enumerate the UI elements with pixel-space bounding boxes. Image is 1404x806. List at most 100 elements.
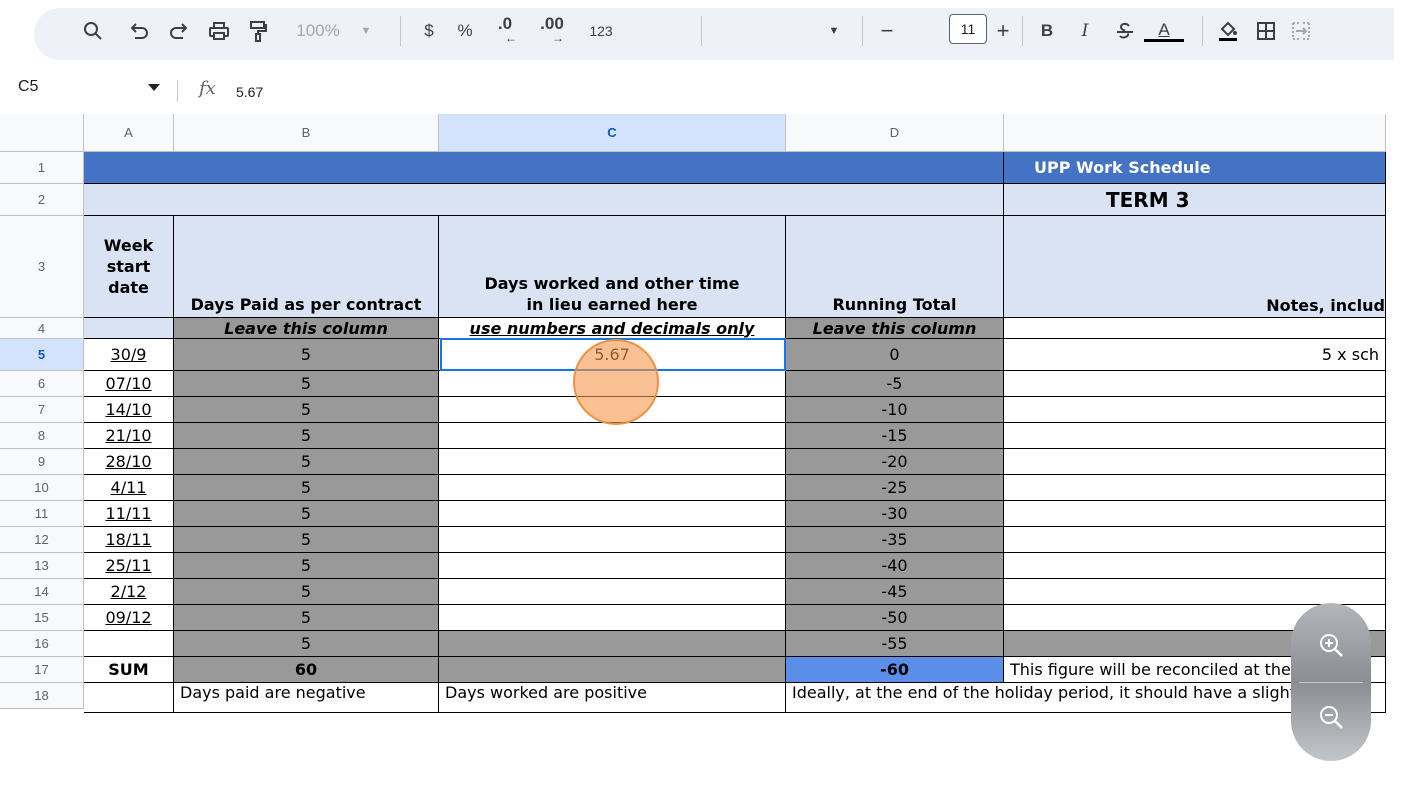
- cell-notes[interactable]: [1004, 527, 1386, 553]
- column-header-c[interactable]: C: [439, 114, 786, 152]
- name-box-dropdown-icon[interactable]: [148, 84, 160, 91]
- cell-days-paid[interactable]: 5: [174, 631, 439, 657]
- row-header-6[interactable]: 6: [0, 371, 84, 397]
- cell-days-paid[interactable]: 5: [174, 371, 439, 397]
- cell-days-worked[interactable]: [439, 631, 786, 657]
- row-header-18[interactable]: 18: [0, 683, 84, 709]
- row-header-5[interactable]: 5: [0, 339, 84, 371]
- cell-week-start[interactable]: 18/11: [84, 527, 174, 553]
- cell-notes[interactable]: [1004, 553, 1386, 579]
- cell-running-total[interactable]: -55: [786, 631, 1004, 657]
- row-header-4[interactable]: 4: [0, 318, 84, 339]
- cell-notes[interactable]: [1004, 423, 1386, 449]
- sum-days-paid[interactable]: 60: [174, 657, 439, 683]
- cell-days-worked[interactable]: [439, 475, 786, 501]
- row18-a[interactable]: [84, 683, 174, 713]
- row-header-9[interactable]: 9: [0, 449, 84, 475]
- cell-notes[interactable]: [1004, 449, 1386, 475]
- row-header-3[interactable]: 3: [0, 216, 84, 318]
- cell-notes[interactable]: [1004, 579, 1386, 605]
- strikethrough-icon[interactable]: [1112, 16, 1138, 46]
- cell-week-start[interactable]: 2/12: [84, 579, 174, 605]
- row-header-15[interactable]: 15: [0, 605, 84, 631]
- cell-running-total[interactable]: -20: [786, 449, 1004, 475]
- row-header-16[interactable]: 16: [0, 631, 84, 657]
- cell-week-start[interactable]: 21/10: [84, 423, 174, 449]
- cell-days-worked[interactable]: [439, 527, 786, 553]
- cell-week-start[interactable]: [84, 631, 174, 657]
- column-header-d[interactable]: D: [786, 114, 1004, 152]
- print-icon[interactable]: [206, 16, 232, 46]
- formula-input[interactable]: 5.67: [236, 84, 263, 100]
- column-header-a[interactable]: A: [84, 114, 174, 152]
- instruction-running-total[interactable]: Leave this column: [786, 318, 1004, 339]
- cell-running-total[interactable]: 0: [786, 339, 1004, 371]
- cell-days-paid[interactable]: 5: [174, 339, 439, 371]
- term-label[interactable]: TERM 3: [1004, 184, 1386, 216]
- text-color-button[interactable]: A: [1144, 16, 1184, 46]
- header-week-start[interactable]: Week start date: [84, 216, 174, 318]
- font-dropdown-icon[interactable]: ▼: [824, 16, 844, 46]
- name-box[interactable]: C5: [18, 78, 38, 96]
- cell-running-total[interactable]: -45: [786, 579, 1004, 605]
- row-header-13[interactable]: 13: [0, 553, 84, 579]
- zoom-select[interactable]: 100%: [286, 16, 350, 46]
- row-header-1[interactable]: 1: [0, 152, 84, 184]
- cell-week-start[interactable]: 28/10: [84, 449, 174, 475]
- row-header-14[interactable]: 14: [0, 579, 84, 605]
- header-notes[interactable]: Notes, includ: [1004, 216, 1386, 318]
- currency-format-button[interactable]: $: [418, 16, 440, 46]
- active-cell-c5[interactable]: 5.67: [439, 339, 786, 371]
- cell-days-worked[interactable]: [439, 423, 786, 449]
- zoom-dropdown-icon[interactable]: ▼: [356, 16, 376, 46]
- cell-days-paid[interactable]: 5: [174, 527, 439, 553]
- header-running-total[interactable]: Running Total: [786, 216, 1004, 318]
- zoom-out-icon[interactable]: [1311, 697, 1351, 737]
- zoom-in-icon[interactable]: [1311, 625, 1351, 665]
- cell-running-total[interactable]: -5: [786, 371, 1004, 397]
- fill-color-icon[interactable]: [1214, 16, 1242, 46]
- term-band-left[interactable]: [84, 184, 1004, 216]
- borders-icon[interactable]: [1252, 16, 1280, 46]
- cell-running-total[interactable]: -40: [786, 553, 1004, 579]
- cell-week-start[interactable]: 30/9: [84, 339, 174, 371]
- cell-week-start[interactable]: 07/10: [84, 371, 174, 397]
- cell-days-worked[interactable]: [439, 397, 786, 423]
- cell-days-paid[interactable]: 5: [174, 397, 439, 423]
- select-all-corner[interactable]: [0, 114, 84, 152]
- title-band-left[interactable]: [84, 152, 1004, 184]
- instruction-days-worked[interactable]: use numbers and decimals only: [439, 318, 786, 339]
- sum-days-worked[interactable]: [439, 657, 786, 683]
- instruction-notes[interactable]: [1004, 318, 1386, 339]
- cell-days-paid[interactable]: 5: [174, 553, 439, 579]
- cell-week-start[interactable]: 25/11: [84, 553, 174, 579]
- row-header-17[interactable]: 17: [0, 657, 84, 683]
- font-size-decrease-button[interactable]: −: [874, 16, 900, 46]
- cell-week-start[interactable]: 4/11: [84, 475, 174, 501]
- header-days-worked[interactable]: Days worked and other time in lieu earne…: [439, 216, 786, 318]
- row-header-11[interactable]: 11: [0, 501, 84, 527]
- cell-running-total[interactable]: -10: [786, 397, 1004, 423]
- cell-days-paid[interactable]: 5: [174, 423, 439, 449]
- increase-decimal-button[interactable]: .00 →: [532, 15, 572, 46]
- undo-icon[interactable]: [126, 16, 152, 46]
- row-header-8[interactable]: 8: [0, 423, 84, 449]
- row-header-7[interactable]: 7: [0, 397, 84, 423]
- italic-button[interactable]: I: [1072, 16, 1098, 46]
- row-header-2[interactable]: 2: [0, 184, 84, 216]
- sum-label[interactable]: SUM: [84, 657, 174, 683]
- cell-running-total[interactable]: -25: [786, 475, 1004, 501]
- cell-days-paid[interactable]: 5: [174, 475, 439, 501]
- cell-days-worked[interactable]: [439, 501, 786, 527]
- cell-notes[interactable]: [1004, 501, 1386, 527]
- instruction-days-paid[interactable]: Leave this column: [174, 318, 439, 339]
- cell-running-total[interactable]: -15: [786, 423, 1004, 449]
- number-format-button[interactable]: 123: [582, 16, 620, 46]
- cell-week-start[interactable]: 14/10: [84, 397, 174, 423]
- row-header-12[interactable]: 12: [0, 527, 84, 553]
- row-header-10[interactable]: 10: [0, 475, 84, 501]
- cell-days-worked[interactable]: [439, 553, 786, 579]
- row18-days-worked-note[interactable]: Days worked are positive: [439, 683, 786, 713]
- column-header-b[interactable]: B: [174, 114, 439, 152]
- decrease-decimal-button[interactable]: .0 ←: [488, 15, 522, 46]
